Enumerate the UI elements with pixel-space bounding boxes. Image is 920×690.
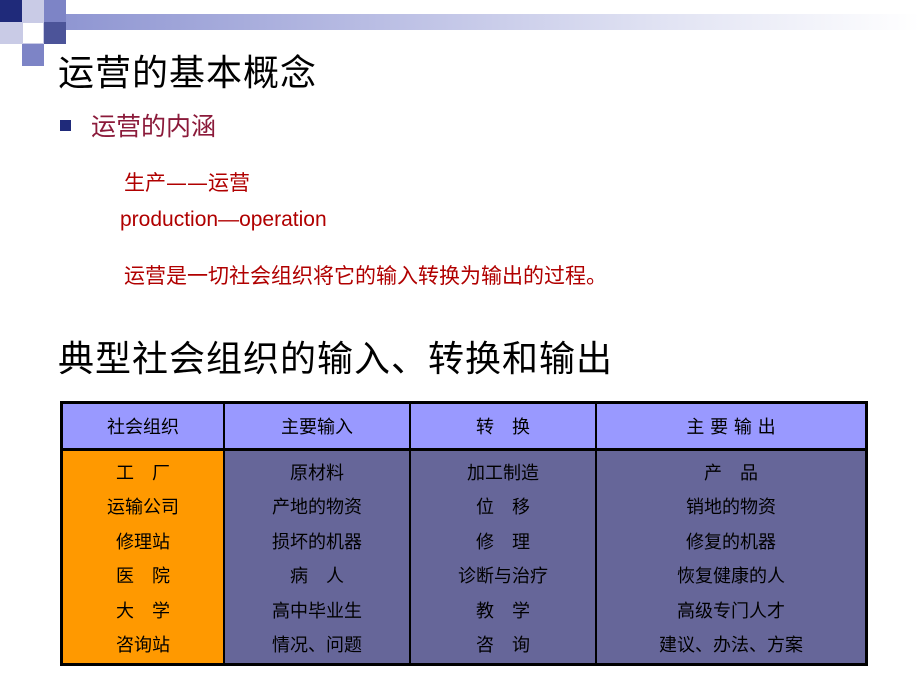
header-input: 主要输入 xyxy=(223,402,410,451)
header-organization: 社会组织 xyxy=(61,402,224,451)
table-cell: 建议、办法、方案 xyxy=(659,634,803,656)
table-cell: 运输公司 xyxy=(107,497,179,519)
decor-square xyxy=(0,0,22,22)
table-cell: 损坏的机器 xyxy=(272,531,362,553)
table-cell: 销地的物资 xyxy=(686,497,776,519)
table-cell: 情况、问题 xyxy=(272,634,362,656)
table-cell: 咨 询 xyxy=(476,634,530,656)
table-cell: 修 理 xyxy=(476,531,530,553)
bullet-text: 运营的内涵 xyxy=(91,112,217,141)
table-cell: 医 院 xyxy=(116,566,170,588)
bullet-square-icon xyxy=(60,119,71,131)
table-cell: 工 厂 xyxy=(116,463,170,484)
header-transform: 转 换 xyxy=(409,402,596,451)
table-cell: 恢复健康的人 xyxy=(677,566,785,588)
section-subtitle: 典型社会组织的输入、转换和输出 xyxy=(58,339,614,380)
table-cell: 诊断与治疗 xyxy=(458,566,548,588)
table-cell: 加工制造 xyxy=(467,463,539,484)
decor-square xyxy=(22,22,44,44)
column-organization: 工 厂 运输公司 修理站 医 院 大 学 咨询站 xyxy=(61,449,224,665)
table-cell: 产地的物资 xyxy=(272,497,362,519)
header-output: 主 要 输 出 xyxy=(595,402,867,451)
column-transform: 加工制造 位 移 修 理 诊断与治疗 教 学 咨 询 xyxy=(409,449,596,665)
table-cell: 咨询站 xyxy=(116,634,170,656)
organization-table: 社会组织 主要输入 转 换 主 要 输 出 工 厂 运输公司 修理站 医 院 大… xyxy=(60,401,868,667)
decor-square xyxy=(44,22,66,44)
table-header-row: 社会组织 主要输入 转 换 主 要 输 出 xyxy=(61,402,867,451)
table-cell: 修复的机器 xyxy=(686,531,776,553)
header-gradient-bar xyxy=(66,14,920,30)
table-cell: 病 人 xyxy=(290,566,344,588)
bullet-item: 运营的内涵 xyxy=(60,107,216,143)
column-input: 原材料 产地的物资 损坏的机器 病 人 高中毕业生 情况、问题 xyxy=(223,449,410,665)
page-title: 运营的基本概念 xyxy=(58,53,318,94)
definition-text: 运营是一切社会组织将它的输入转换为输出的过程。 xyxy=(124,264,607,288)
decor-square xyxy=(22,44,44,66)
table-cell: 大 学 xyxy=(116,600,170,622)
production-en-text: production—operation xyxy=(120,208,327,231)
table-body-row: 工 厂 运输公司 修理站 医 院 大 学 咨询站 原材料 产地的物资 损坏的机器… xyxy=(61,449,867,665)
production-zh-text: 生产——运营 xyxy=(124,171,250,195)
column-output: 产 品 销地的物资 修复的机器 恢复健康的人 高级专门人才 建议、办法、方案 xyxy=(595,449,867,665)
table-cell: 高中毕业生 xyxy=(272,600,362,622)
table-cell: 高级专门人才 xyxy=(677,600,785,622)
table-cell: 产 品 xyxy=(704,463,758,484)
decor-square xyxy=(22,0,44,22)
decor-square xyxy=(0,22,22,44)
decor-square xyxy=(44,0,66,22)
table-cell: 修理站 xyxy=(116,531,170,553)
table-cell: 教 学 xyxy=(476,600,530,622)
table-cell: 位 移 xyxy=(476,497,530,519)
table-cell: 原材料 xyxy=(290,463,344,484)
